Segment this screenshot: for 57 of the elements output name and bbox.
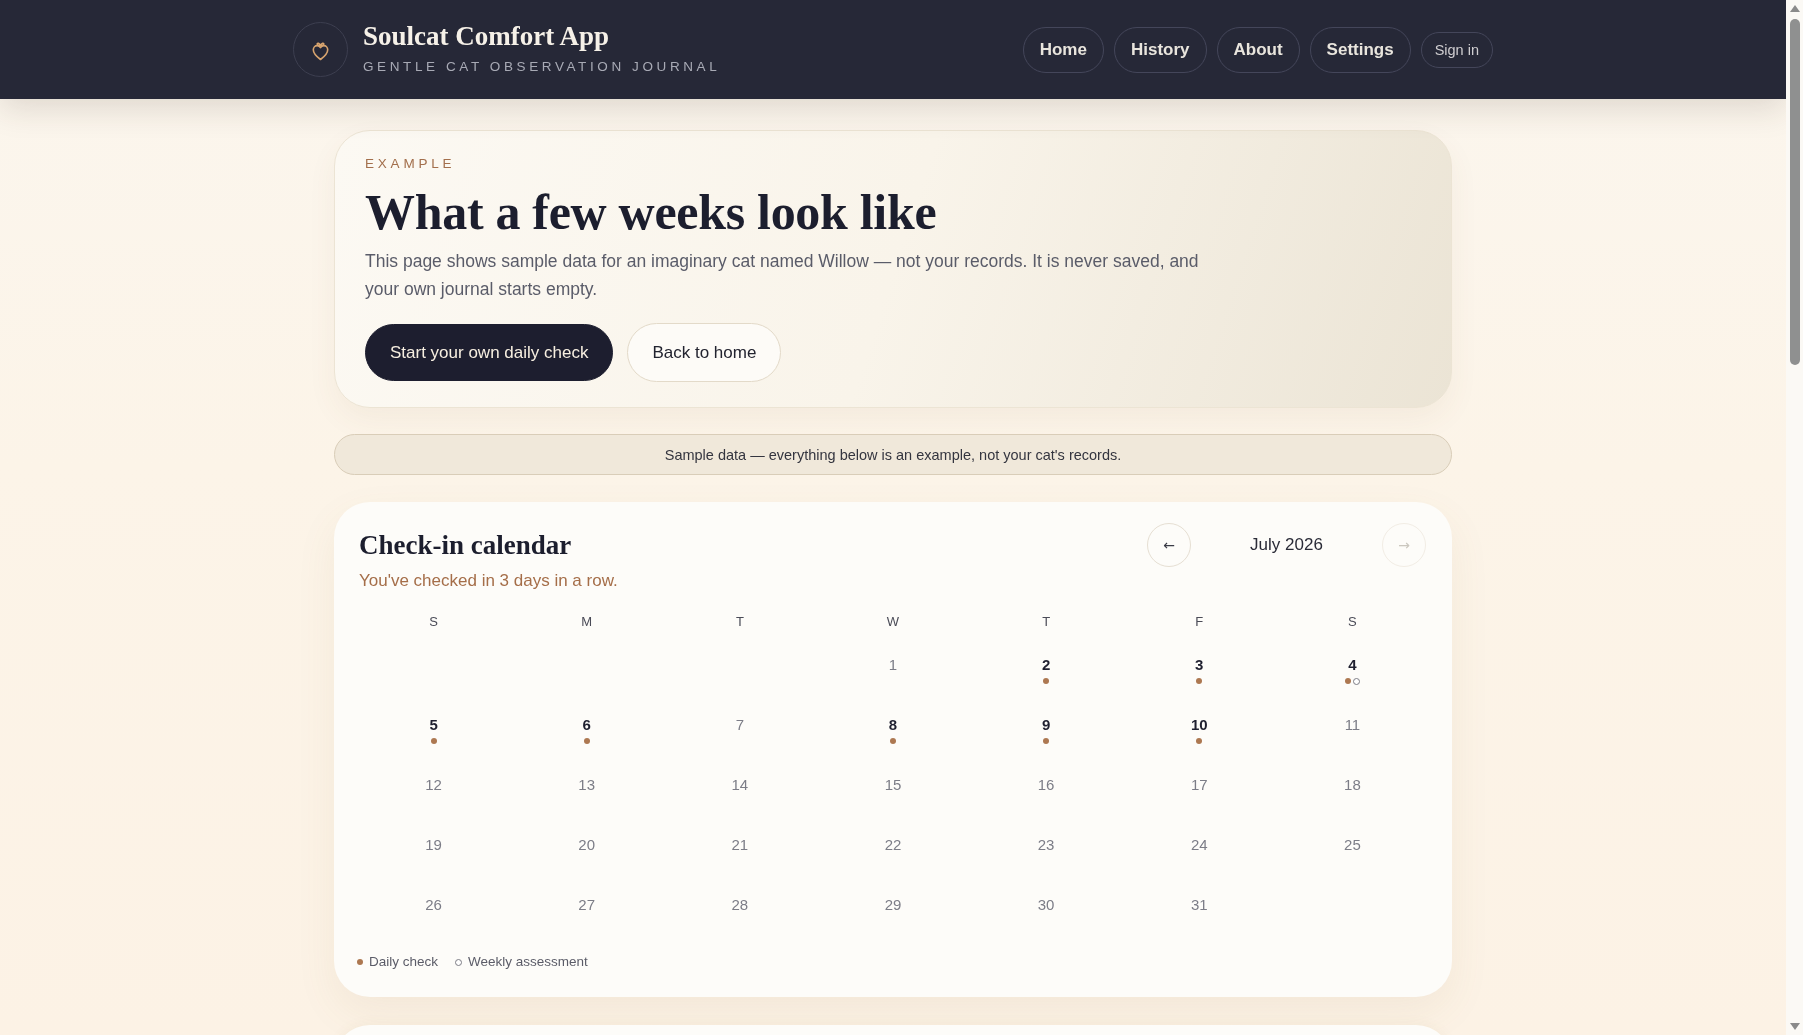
- previous-month-button[interactable]: ←: [1147, 523, 1191, 567]
- day-number: 8: [888, 715, 898, 735]
- day-number: 21: [731, 835, 749, 855]
- day-number: 9: [1041, 715, 1051, 735]
- day-number: 2: [1041, 655, 1051, 675]
- day-number: 10: [1190, 715, 1208, 735]
- day-number: 13: [578, 775, 596, 795]
- day-number: 6: [582, 715, 591, 735]
- weekday-label: F: [1195, 613, 1204, 631]
- weekday-label: S: [429, 613, 438, 631]
- day-number: 17: [1190, 775, 1208, 795]
- weekday-label: S: [1348, 613, 1357, 631]
- notice-banner: Sample data — everything below is an example, not your cat's records.: [334, 434, 1452, 475]
- calendar-title: Check-in calendar: [359, 529, 572, 562]
- day-number: 23: [1037, 835, 1055, 855]
- day-number: 28: [731, 895, 749, 915]
- day-number: 5: [429, 715, 438, 735]
- scroll-down-icon[interactable]: [1789, 1023, 1800, 1030]
- page-heading: What a few weeks look like: [365, 183, 938, 242]
- day-number: 22: [884, 835, 902, 855]
- legend-label: Daily check: [369, 953, 439, 971]
- legend-label: Weekly assessment: [468, 953, 588, 971]
- weekday-label: M: [581, 613, 593, 631]
- day-number: 26: [425, 895, 442, 915]
- day-number: 12: [425, 775, 442, 795]
- day-number: 24: [1190, 835, 1208, 855]
- app-tagline: GENTLE CAT OBSERVATION JOURNAL: [363, 58, 721, 75]
- day-number: 4: [1348, 655, 1357, 675]
- weekday-label: W: [886, 613, 900, 631]
- weekday-label: T: [1042, 613, 1051, 631]
- month-label: July 2026: [1249, 535, 1324, 555]
- day-number: 20: [578, 835, 596, 855]
- day-number: 1: [888, 655, 898, 675]
- scrollbar-thumb[interactable]: [1789, 19, 1800, 365]
- day-number: 19: [425, 835, 442, 855]
- ring-icon: [455, 958, 463, 966]
- eyebrow-label: EXAMPLE: [365, 156, 457, 172]
- day-number: 7: [735, 715, 744, 735]
- day-number: 25: [1344, 835, 1361, 855]
- day-number: 15: [884, 775, 902, 795]
- day-number: 31: [1190, 895, 1208, 915]
- start-check-button[interactable]: Start your own daily check: [365, 324, 614, 381]
- day-number: 3: [1195, 655, 1204, 675]
- weekday-label: T: [735, 613, 744, 631]
- day-number: 11: [1344, 715, 1361, 735]
- streak-text: You've checked in 3 days in a row.: [359, 570, 619, 592]
- day-number: 18: [1344, 775, 1361, 795]
- day-number: 29: [884, 895, 902, 915]
- scroll-up-icon[interactable]: [1789, 5, 1800, 12]
- day-number: 27: [578, 895, 596, 915]
- day-number: 16: [1037, 775, 1055, 795]
- app-title: Soulcat Comfort App: [363, 20, 610, 52]
- intro-paragraph: This page shows sample data for an imaginary cat named Willow — not your records. It is never saved, and your own journal starts empty.: [365, 250, 1200, 301]
- day-number: 14: [731, 775, 749, 795]
- day-number: 30: [1037, 895, 1055, 915]
- dot-icon: [357, 959, 363, 965]
- back-home-button[interactable]: Back to home: [627, 323, 782, 382]
